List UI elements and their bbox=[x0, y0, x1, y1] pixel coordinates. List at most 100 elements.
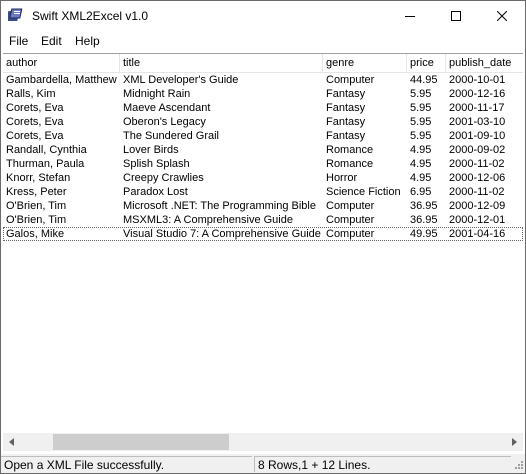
cell-price: 4.95 bbox=[410, 158, 432, 170]
cell-publish-date: 2000-11-02 bbox=[449, 158, 505, 170]
cell-title: Midnight Rain bbox=[123, 88, 191, 100]
close-icon bbox=[497, 11, 507, 21]
cell-title: Maeve Ascendant bbox=[123, 102, 211, 114]
cell-title: The Sundered Grail bbox=[123, 130, 219, 142]
column-header-publish-date[interactable]: publish_date bbox=[446, 54, 523, 72]
table-row[interactable]: Corets, Eva Maeve Ascendant Fantasy 5.95 200… bbox=[3, 101, 523, 115]
resize-grip-icon[interactable] bbox=[512, 460, 524, 472]
cell-price: 6.95 bbox=[410, 186, 432, 198]
minimize-icon bbox=[405, 16, 415, 17]
table-row[interactable]: O'Brien, Tim MSXML3: A Comprehensive Guid… bbox=[3, 213, 523, 227]
minimize-button[interactable] bbox=[387, 1, 433, 31]
cell-title: Oberon's Legacy bbox=[123, 116, 206, 128]
cell-author: Thurman, Paula bbox=[6, 158, 85, 170]
table-row[interactable]: Knorr, Stefan Creepy Crawlies Horror 4.95 20… bbox=[3, 171, 523, 185]
scroll-right-button[interactable] bbox=[506, 433, 523, 451]
cell-publish-date: 2000-10-01 bbox=[449, 74, 506, 86]
table-row[interactable]: Gambardella, Matthew XML Developer's Guid… bbox=[3, 73, 523, 87]
cell-author: Corets, Eva bbox=[6, 102, 64, 114]
cell-author: Ralls, Kim bbox=[6, 88, 56, 100]
close-button[interactable] bbox=[479, 1, 525, 31]
cell-author: O'Brien, Tim bbox=[6, 214, 67, 226]
cell-genre: Fantasy bbox=[326, 116, 366, 128]
cell-genre: Science Fiction bbox=[326, 186, 401, 198]
cell-author: Gambardella, Matthew bbox=[6, 74, 117, 86]
cell-publish-date: 2000-11-17 bbox=[449, 102, 505, 114]
cell-title: Splish Splash bbox=[123, 158, 190, 170]
menu-help[interactable]: Help bbox=[75, 34, 100, 48]
cell-title: Microsoft .NET: The Programming Bible bbox=[123, 200, 316, 212]
horizontal-scrollbar[interactable] bbox=[3, 433, 523, 451]
column-header-row: author title genre price publish_date bbox=[3, 54, 523, 73]
table-row[interactable]: Thurman, Paula Splish Splash Romance 4.95 20… bbox=[3, 157, 523, 171]
cell-price: 4.95 bbox=[410, 172, 432, 184]
cell-publish-date: 2000-12-09 bbox=[449, 200, 506, 212]
cell-publish-date: 2000-12-16 bbox=[449, 88, 506, 100]
column-header-price[interactable]: price bbox=[407, 54, 446, 72]
cell-publish-date: 2000-12-01 bbox=[449, 214, 506, 226]
cell-genre: Computer bbox=[326, 200, 375, 212]
cell-title: Paradox Lost bbox=[123, 186, 188, 198]
arrow-left-icon bbox=[9, 438, 14, 446]
status-summary: 8 Rows,1 + 12 Lines. bbox=[254, 456, 511, 472]
cell-price: 36.95 bbox=[410, 200, 438, 212]
cell-author: Corets, Eva bbox=[6, 116, 64, 128]
app-icon bbox=[6, 8, 24, 24]
cell-publish-date: 2001-09-10 bbox=[449, 130, 506, 142]
cell-title: Creepy Crawlies bbox=[123, 172, 204, 184]
column-header-author[interactable]: author bbox=[3, 54, 120, 72]
cell-genre: Fantasy bbox=[326, 130, 366, 142]
table-row[interactable]: Kress, Peter Paradox Lost Science Fiction 6… bbox=[3, 185, 523, 199]
cell-price: 36.95 bbox=[410, 214, 438, 226]
cell-title: Visual Studio 7: A Comprehensive Guide bbox=[123, 228, 321, 240]
cell-title: XML Developer's Guide bbox=[123, 74, 239, 86]
maximize-button[interactable] bbox=[433, 1, 479, 31]
cell-publish-date: 2000-11-02 bbox=[449, 186, 505, 198]
cell-author: Galos, Mike bbox=[6, 228, 65, 240]
cell-price: 4.95 bbox=[410, 144, 432, 156]
cell-genre: Fantasy bbox=[326, 102, 366, 114]
cell-author: Corets, Eva bbox=[6, 130, 64, 142]
window-title: Swift XML2Excel v1.0 bbox=[32, 9, 149, 23]
table-row[interactable]: Ralls, Kim Midnight Rain Fantasy 5.95 2000-1… bbox=[3, 87, 523, 101]
menu-file[interactable]: File bbox=[9, 34, 28, 48]
menu-bar: File Edit Help bbox=[1, 31, 525, 51]
cell-genre: Romance bbox=[326, 144, 374, 156]
cell-publish-date: 2000-09-02 bbox=[449, 144, 506, 156]
cell-price: 5.95 bbox=[410, 116, 432, 128]
cell-genre: Computer bbox=[326, 228, 375, 240]
cell-price: 49.95 bbox=[410, 228, 438, 240]
cell-price: 5.95 bbox=[410, 88, 432, 100]
cell-genre: Fantasy bbox=[326, 88, 366, 100]
cell-genre: Computer bbox=[326, 74, 375, 86]
cell-price: 5.95 bbox=[410, 130, 432, 142]
column-header-genre[interactable]: genre bbox=[323, 54, 407, 72]
cell-author: Randall, Cynthia bbox=[6, 144, 87, 156]
cell-publish-date: 2001-03-10 bbox=[449, 116, 506, 128]
status-bar: Open a XML File successfully. 8 Rows,1 +… bbox=[1, 454, 525, 473]
cell-author: O'Brien, Tim bbox=[6, 200, 67, 212]
menu-edit[interactable]: Edit bbox=[41, 34, 62, 48]
cell-title: MSXML3: A Comprehensive Guide bbox=[123, 214, 293, 226]
column-header-title[interactable]: title bbox=[120, 54, 323, 72]
cell-author: Knorr, Stefan bbox=[6, 172, 71, 184]
cell-price: 44.95 bbox=[410, 74, 438, 86]
table-row[interactable]: Randall, Cynthia Lover Birds Romance 4.95 20… bbox=[3, 143, 523, 157]
scroll-left-button[interactable] bbox=[3, 433, 20, 451]
cell-author: Kress, Peter bbox=[6, 186, 67, 198]
data-list-view[interactable]: author title genre price publish_date Ga… bbox=[3, 53, 523, 433]
app-window: Swift XML2Excel v1.0 File Edit Help auth… bbox=[0, 0, 526, 474]
cell-title: Lover Birds bbox=[123, 144, 179, 156]
title-bar[interactable]: Swift XML2Excel v1.0 bbox=[1, 1, 525, 31]
scroll-thumb[interactable] bbox=[53, 434, 229, 450]
table-row[interactable]: Galos, Mike Visual Studio 7: A Comprehens… bbox=[3, 227, 523, 241]
status-message: Open a XML File successfully. bbox=[1, 456, 252, 472]
cell-genre: Romance bbox=[326, 158, 374, 170]
cell-genre: Horror bbox=[326, 172, 358, 184]
cell-genre: Computer bbox=[326, 214, 375, 226]
table-row[interactable]: Corets, Eva Oberon's Legacy Fantasy 5.95 200… bbox=[3, 115, 523, 129]
cell-publish-date: 2001-04-16 bbox=[449, 228, 506, 240]
table-row[interactable]: O'Brien, Tim Microsoft .NET: The Programm… bbox=[3, 199, 523, 213]
table-row[interactable]: Corets, Eva The Sundered Grail Fantasy 5.95… bbox=[3, 129, 523, 143]
cell-publish-date: 2000-12-06 bbox=[449, 172, 506, 184]
